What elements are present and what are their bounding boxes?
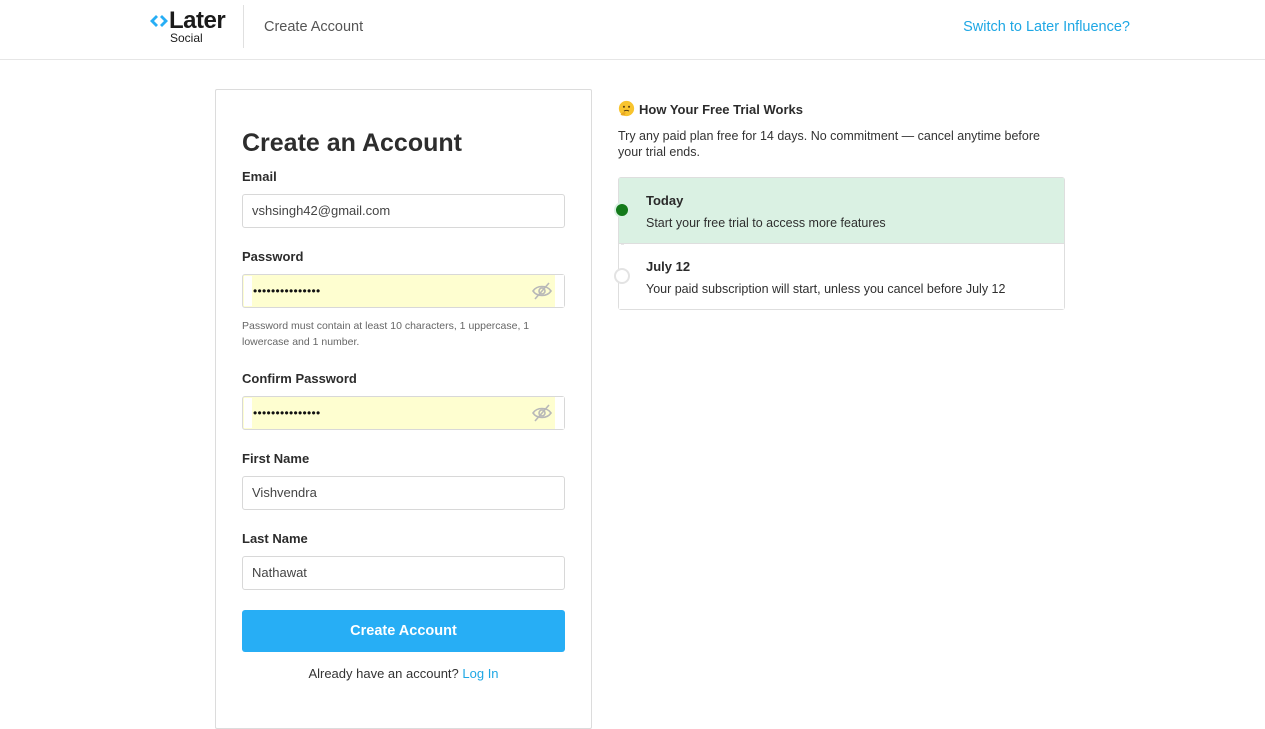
thinking-face-icon [618,100,635,117]
create-account-card: Create an Account Email vshsingh42@gmail… [215,89,592,729]
confirm-password-label: Confirm Password [242,371,357,386]
timeline-step-july-12: July 12 Your paid subscription will star… [614,245,1064,309]
login-prompt-text: Already have an account? [308,666,459,681]
logo-sub: Social [170,31,203,45]
trial-description: Try any paid plan free for 14 days. No c… [618,129,1040,159]
trial-heading-text: How Your Free Trial Works [639,102,803,117]
password-field-padding [244,276,252,306]
active-step-dot [614,202,630,218]
password-field[interactable]: ••••••••••••••• [242,274,565,308]
step-title: Today [646,193,684,208]
password-field-padding-right [555,275,564,307]
trial-heading: How Your Free Trial Works [618,100,803,119]
password-masked-value: ••••••••••••••• [253,284,321,298]
password-hint: Password must contain at least 10 charac… [242,320,530,348]
step-text: Your paid subscription will start, unles… [646,282,1006,296]
later-social-logo[interactable]: Later Social [150,9,240,49]
first-name-label: First Name [242,451,310,466]
later-logo-icon [150,15,168,27]
email-field[interactable]: vshsingh42@gmail.com [242,194,565,228]
confirm-password-field-padding [244,398,252,428]
top-header: Later Social Create Account Switch to La… [0,0,1265,60]
email-label: Email [242,169,277,184]
trial-timeline: Today Start your free trial to access mo… [614,177,1065,310]
create-account-button[interactable]: Create Account [242,610,565,652]
eye-slash-icon[interactable] [531,403,553,423]
confirm-password-field-padding-right [555,397,564,429]
last-name-label: Last Name [242,531,308,546]
header-divider [243,5,244,48]
page-title: Create an Account [242,129,462,157]
log-in-link[interactable]: Log In [462,666,498,681]
step-title: July 12 [646,259,691,274]
logo-word: Later [169,7,226,34]
last-name-field[interactable]: Nathawat [242,556,565,590]
pending-step-dot [614,268,630,284]
step-text: Start your free trial to access more fea… [646,216,886,230]
login-prompt: Already have an account? Log In [242,666,565,682]
switch-to-influence-link[interactable]: Switch to Later Influence? [963,19,1130,35]
confirm-password-masked-value: ••••••••••••••• [253,406,321,420]
timeline-step-today: Today Start your free trial to access mo… [614,178,1064,244]
eye-slash-icon[interactable] [531,281,553,301]
password-label: Password [242,249,304,264]
confirm-password-field[interactable]: ••••••••••••••• [242,396,565,430]
header-title: Create Account [264,19,364,35]
first-name-field[interactable]: Vishvendra [242,476,565,510]
